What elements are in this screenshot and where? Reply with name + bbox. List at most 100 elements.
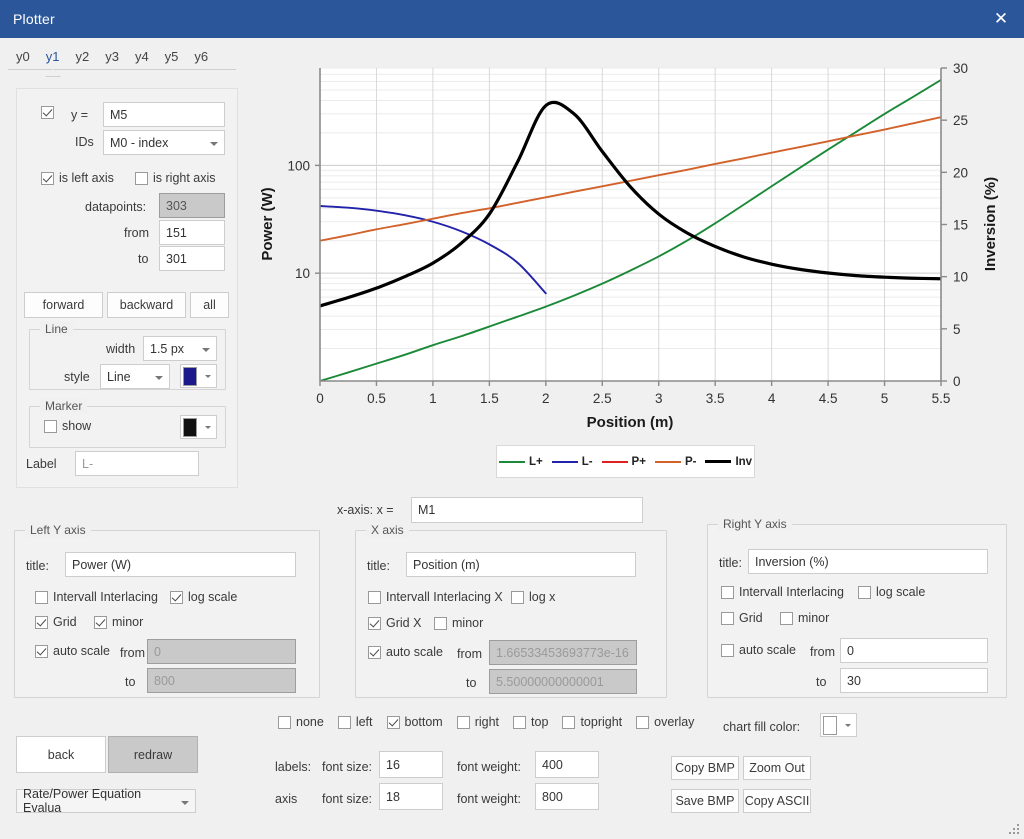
window-title: Plotter	[13, 11, 55, 27]
is-right-axis-checkbox[interactable]: is right axis	[135, 171, 216, 185]
save-bmp-button[interactable]: Save BMP	[671, 789, 739, 813]
right-y-autoscale-checkbox[interactable]: auto scale	[721, 643, 796, 657]
x-log-checkbox[interactable]: log x	[511, 590, 555, 604]
axis-font-row-label: axis	[275, 792, 298, 806]
marker-color-swatch[interactable]	[180, 415, 217, 439]
x-title-label: title:	[367, 559, 390, 573]
left-y-minor-label: minor	[112, 615, 144, 629]
zoom-out-button[interactable]: Zoom Out	[743, 756, 811, 780]
left-y-minor-checkbox[interactable]: minor	[94, 615, 143, 629]
line-color-swatch[interactable]	[180, 364, 217, 388]
line-color-chip	[183, 366, 197, 386]
plot-canvas[interactable]: 0 0.5 1 1.5 2 2.5 3 3.5 4 4.5 5 5.5 10 100 0 5 10 15 20 25 3…	[250, 44, 1020, 484]
svg-text:2.5: 2.5	[593, 391, 612, 406]
all-button[interactable]: all	[190, 292, 229, 318]
y-expression-label: y =	[71, 108, 89, 122]
left-y-to-label: to	[125, 675, 136, 689]
axis-fontweight-input[interactable]: 800	[535, 783, 599, 810]
line-style-label: style	[64, 370, 90, 384]
close-icon[interactable]: ✕	[978, 0, 1024, 38]
svg-text:100: 100	[287, 158, 310, 173]
window-titlebar: Plotter ✕	[0, 0, 1024, 38]
legend-pos-right[interactable]: right	[456, 715, 499, 729]
x-title-input[interactable]: Position (m)	[406, 552, 636, 577]
line-width-label: width	[106, 342, 136, 356]
equation-select[interactable]: Rate/Power Equation Evalua	[16, 787, 196, 815]
series-enabled-checkbox[interactable]	[41, 106, 59, 119]
right-y-axis-group: Right Y axis title: Inversion (%) Interv…	[707, 517, 1007, 698]
plot-background	[320, 68, 941, 381]
left-y-autoscale-checkbox[interactable]: auto scale	[35, 644, 110, 658]
series-label-input[interactable]: L-	[75, 451, 199, 476]
legend-pos-topright[interactable]: topright	[562, 715, 622, 729]
line-width-select[interactable]: 1.5 px	[143, 336, 217, 361]
resize-grip[interactable]	[1009, 824, 1021, 836]
legend-pos-overlay[interactable]: overlay	[636, 715, 694, 729]
from-input[interactable]: 151	[159, 220, 225, 245]
tab-y1[interactable]: y1	[38, 47, 68, 77]
legend-pos-none[interactable]: none	[278, 715, 324, 729]
labels-fontsize-label: font size:	[322, 760, 373, 774]
right-y-minor-checkbox[interactable]: minor	[780, 611, 829, 625]
right-y-log-checkbox[interactable]: log scale	[858, 585, 925, 599]
right-y-title-input[interactable]: Inversion (%)	[748, 549, 988, 574]
right-y-from-input[interactable]: 0	[840, 638, 988, 663]
x-grid-checkbox[interactable]: Grid X	[368, 616, 421, 630]
left-y-grid-checkbox[interactable]: Grid	[35, 615, 77, 629]
left-y-log-label: log scale	[188, 590, 238, 604]
left-y-axis-title: Power (W)	[259, 187, 276, 260]
right-y-interlacing-checkbox[interactable]: Intervall Interlacing	[721, 585, 844, 599]
x-interlacing-checkbox[interactable]: Intervall Interlacing X	[368, 590, 503, 604]
legend-item-p: P+	[601, 456, 646, 468]
labels-fontweight-input[interactable]: 400	[535, 751, 599, 778]
legend-swatch	[705, 460, 732, 463]
marker-show-label: show	[62, 419, 92, 433]
tab-y6[interactable]: y6	[186, 47, 216, 69]
right-y-grid-checkbox[interactable]: Grid	[721, 611, 763, 625]
ids-select[interactable]: M0 - index	[103, 130, 225, 155]
right-y-axis-title: Inversion (%)	[982, 177, 999, 271]
svg-text:4.5: 4.5	[819, 391, 838, 406]
copy-ascii-button[interactable]: Copy ASCII	[743, 789, 811, 813]
forward-button[interactable]: forward	[24, 292, 103, 318]
tab-y2[interactable]: y2	[67, 47, 97, 69]
to-input[interactable]: 301	[159, 246, 225, 271]
right-y-from-label: from	[810, 645, 835, 659]
backward-button[interactable]: backward	[107, 292, 186, 318]
svg-text:0: 0	[316, 391, 324, 406]
checkbox-box	[170, 590, 183, 604]
redraw-button[interactable]: redraw	[108, 736, 198, 773]
right-y-to-input[interactable]: 30	[840, 668, 988, 693]
tab-y4[interactable]: y4	[127, 47, 157, 69]
is-left-axis-checkbox[interactable]: is left axis	[41, 171, 114, 185]
tab-y3[interactable]: y3	[97, 47, 127, 69]
axis-fontsize-input[interactable]: 18	[379, 783, 443, 810]
labels-fontsize-input[interactable]: 16	[379, 751, 443, 778]
chart-fill-color-swatch[interactable]	[820, 713, 857, 737]
checkbox-box	[456, 715, 470, 729]
legend-pos-left[interactable]: left	[337, 715, 373, 729]
marker-show-checkbox[interactable]: show	[44, 419, 91, 433]
x-autoscale-checkbox[interactable]: auto scale	[368, 645, 443, 659]
series-tabbar: y0 y1 y2 y3 y4 y5 y6	[8, 44, 236, 77]
left-y-log-checkbox[interactable]: log scale	[170, 590, 237, 604]
checkbox-box	[636, 715, 650, 729]
x-axis-expression-input[interactable]: M1	[411, 497, 643, 523]
line-style-select[interactable]: Line	[100, 364, 170, 389]
tab-y0[interactable]: y0	[8, 47, 38, 69]
legend-pos-bottom[interactable]: bottom	[386, 715, 443, 729]
y-expression-input[interactable]: M5	[103, 102, 225, 127]
tab-y5[interactable]: y5	[157, 47, 187, 69]
x-minor-checkbox[interactable]: minor	[434, 616, 483, 630]
left-y-title-input[interactable]: Power (W)	[65, 552, 296, 577]
back-button[interactable]: back	[16, 736, 106, 773]
left-y-interlacing-checkbox[interactable]: Intervall Interlacing	[35, 590, 158, 604]
copy-bmp-button[interactable]: Copy BMP	[671, 756, 739, 780]
left-y-from-label: from	[120, 646, 145, 660]
checkbox-box	[94, 615, 107, 629]
chart-fill-color-label: chart fill color:	[723, 720, 801, 734]
legend-pos-top[interactable]: top	[513, 715, 548, 729]
left-y-title-label: title:	[26, 559, 49, 573]
checkbox-box	[337, 715, 351, 729]
checkbox-box	[780, 611, 793, 625]
